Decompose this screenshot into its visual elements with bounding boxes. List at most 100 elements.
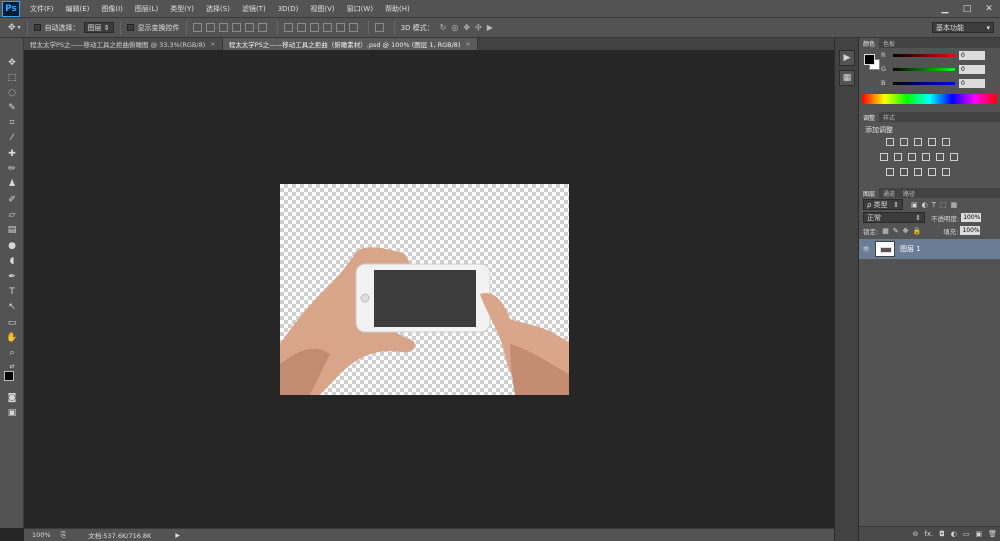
curves-icon[interactable] [914,138,922,146]
photo-filter-icon[interactable] [922,153,930,161]
gradient-map-icon[interactable] [942,168,950,176]
rectangle-tool-icon[interactable]: ▭ [5,316,19,329]
align-hcenter-icon[interactable] [244,23,254,32]
tab-styles[interactable]: 样式 [879,113,899,122]
distribute-left-icon[interactable] [322,23,332,32]
close-icon[interactable]: × [210,40,215,48]
tab-channels[interactable]: 通道 [879,189,899,198]
move-tool-icon[interactable]: ✥ [5,56,19,69]
tab-document-1[interactable]: 程太太学PS之——移动工具之拒曲俯瞰图 @ 33.3%(RGB/8) × [24,38,223,50]
dodge-tool-icon[interactable]: ◖ [5,254,19,267]
clone-stamp-tool-icon[interactable]: ♟ [5,177,19,190]
history-panel-icon[interactable]: ▶ [839,50,855,66]
hue-saturation-icon[interactable] [880,153,888,161]
auto-select-dropdown[interactable]: 图层 ⇕ [83,22,114,33]
close-icon[interactable]: × [465,40,470,48]
layer-filter-dropdown[interactable]: ρ 类型 ⇕ [863,199,903,210]
red-slider[interactable] [893,53,955,57]
blue-value-input[interactable]: 0 [959,78,985,88]
foreground-color-swatch[interactable] [864,54,875,65]
opacity-input[interactable]: 100% [961,213,982,222]
status-menu-arrow-icon[interactable]: ▶ [175,532,180,539]
layer-filter-icons[interactable]: ▣◐T⬚▦ [911,201,961,209]
new-adjustment-icon[interactable]: ◐ [951,530,957,538]
align-vcenter-icon[interactable] [205,23,215,32]
zoom-level[interactable]: 100% [32,531,51,539]
menu-filter[interactable]: 滤镜(T) [242,4,266,14]
lock-icons[interactable]: ▦✎✥🔒 [882,227,925,235]
color-balance-icon[interactable] [894,153,902,161]
color-spectrum-ramp[interactable] [862,94,997,104]
quick-mask-icon[interactable]: ◙ [5,391,19,404]
quick-select-tool-icon[interactable]: ✎ [5,101,19,114]
link-layers-icon[interactable]: ⊖ [912,530,918,538]
blur-tool-icon[interactable]: ● [5,239,19,252]
pen-tool-icon[interactable]: ✒ [5,270,19,283]
levels-icon[interactable] [900,138,908,146]
align-top-icon[interactable] [192,23,202,32]
auto-select-checkbox[interactable] [33,24,41,31]
eraser-tool-icon[interactable]: ▱ [5,208,19,221]
black-white-icon[interactable] [908,153,916,161]
menu-help[interactable]: 帮助(H) [385,4,410,14]
crop-tool-icon[interactable]: ⌗ [5,116,19,129]
exposure-icon[interactable] [928,138,936,146]
minimize-button[interactable]: ▁ [934,2,956,16]
foreground-color-swatch[interactable] [4,371,14,381]
green-slider[interactable] [893,67,955,71]
auto-align-icon[interactable] [374,23,384,32]
menu-view[interactable]: 视图(V) [310,4,334,14]
distribute-top-icon[interactable] [283,23,293,32]
type-tool-icon[interactable]: T [5,285,19,298]
blend-mode-dropdown[interactable]: 正常 ⇕ [863,212,925,223]
healing-brush-tool-icon[interactable]: ✚ [5,147,19,160]
eyedropper-tool-icon[interactable]: ⁄ [5,131,19,144]
vibrance-icon[interactable] [942,138,950,146]
menu-image[interactable]: 图像(I) [101,4,123,14]
selective-color-icon[interactable] [928,168,936,176]
workspace-dropdown[interactable]: 基本功能 ▾ [932,22,994,33]
lasso-tool-icon[interactable]: ◌ [5,86,19,99]
brush-tool-icon[interactable]: ✏ [5,162,19,175]
menu-select[interactable]: 选择(S) [206,4,230,14]
distribute-right-icon[interactable] [348,23,358,32]
eye-icon[interactable]: 👁 [859,246,873,253]
distribute-hcenter-icon[interactable] [335,23,345,32]
close-window-button[interactable]: ✕ [978,2,1000,16]
channel-mixer-icon[interactable] [936,153,944,161]
screen-mode-icon[interactable]: ▣ [5,406,19,419]
fill-input[interactable]: 100% [960,226,981,235]
gradient-tool-icon[interactable]: ▤ [5,223,19,236]
hand-tool-icon[interactable]: ✋ [5,331,19,344]
menu-window[interactable]: 窗口(W) [347,4,373,14]
blue-slider[interactable] [893,81,955,85]
align-right-icon[interactable] [257,23,267,32]
menu-type[interactable]: 类型(Y) [170,4,194,14]
tab-swatches[interactable]: 色板 [879,39,899,48]
distribute-bottom-icon[interactable] [309,23,319,32]
tab-document-2[interactable]: 程太太学PS之——移动工具之拒曲（俯瞰素材）.psd @ 100% (图层 1,… [222,38,478,50]
menu-layer[interactable]: 图层(L) [135,4,158,14]
menu-file[interactable]: 文件(F) [30,4,54,14]
new-layer-icon[interactable]: ▣ [975,530,982,538]
menu-edit[interactable]: 编辑(E) [66,4,90,14]
layer-name[interactable]: 图层 1 [900,244,921,254]
show-transform-checkbox[interactable] [126,24,134,31]
tab-color[interactable]: 颜色 [859,38,880,48]
green-value-input[interactable]: 0 [959,64,985,74]
new-group-icon[interactable]: ▭ [963,530,970,538]
red-value-input[interactable]: 0 [959,50,985,60]
tool-preset-chevron-icon[interactable]: ▾ [18,24,21,31]
export-icon[interactable]: ⎘ [61,531,67,540]
3d-orbit-icon[interactable]: ↻◎✥✣▶ [440,23,498,32]
tab-layers[interactable]: 图层 [859,188,880,198]
maximize-button[interactable]: □ [956,2,978,16]
move-tool-icon[interactable]: ✥ [8,23,16,33]
document-canvas[interactable] [280,184,569,395]
add-mask-icon[interactable]: ◘ [939,530,945,538]
layer-style-icon[interactable]: fx. [924,530,933,538]
align-bottom-icon[interactable] [218,23,228,32]
color-lookup-icon[interactable] [950,153,958,161]
posterize-icon[interactable] [900,168,908,176]
align-left-icon[interactable] [231,23,241,32]
